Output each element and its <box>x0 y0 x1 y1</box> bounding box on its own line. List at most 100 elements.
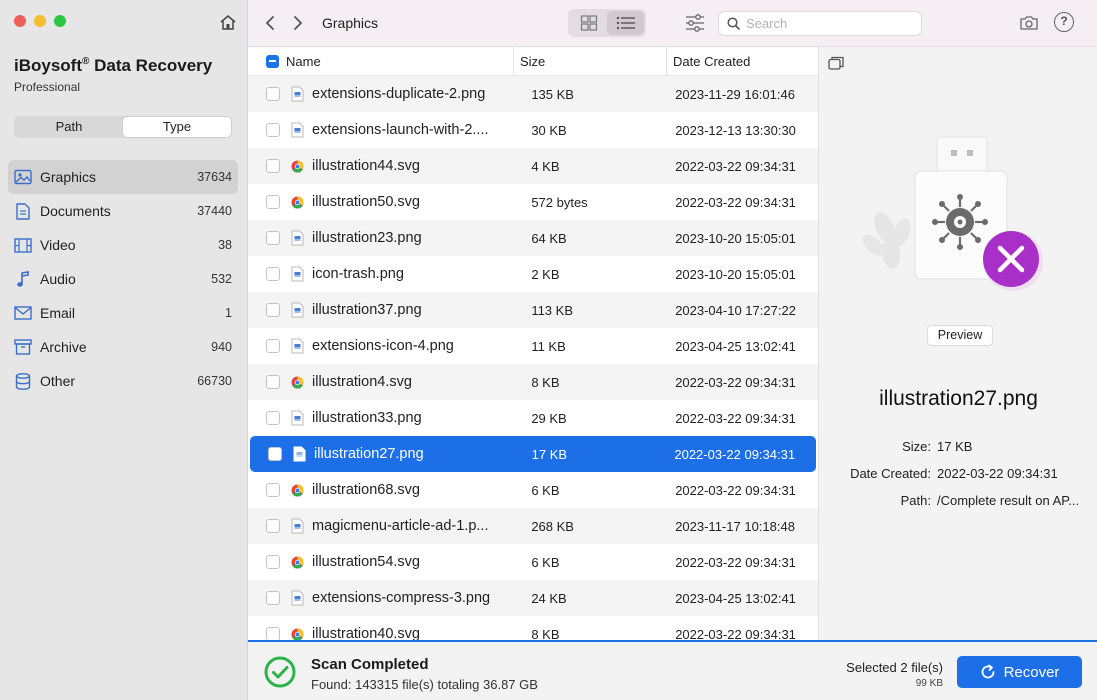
row-checkbox[interactable] <box>266 267 280 281</box>
preview-file-name: illustration27.png <box>879 387 1038 410</box>
sidebar-item-email[interactable]: Email 1 <box>8 296 238 330</box>
sidebar-item-count: 940 <box>211 340 232 354</box>
image-file-icon <box>290 518 304 534</box>
document-icon <box>14 202 32 220</box>
preview-button[interactable]: Preview <box>927 325 993 346</box>
file-row[interactable]: extensions-launch-with-2.... 30 KB 2023-12… <box>248 112 818 148</box>
film-icon <box>14 236 32 254</box>
column-date-label: Date Created <box>673 53 751 69</box>
sidebar-item-label: Graphics <box>40 169 97 185</box>
row-checkbox[interactable] <box>266 123 280 137</box>
file-size: 29 KB <box>531 410 567 426</box>
row-checkbox[interactable] <box>266 375 280 389</box>
file-name: icon-trash.png <box>312 266 404 282</box>
file-name: illustration50.svg <box>312 194 420 210</box>
column-date[interactable]: Date Created <box>667 47 818 75</box>
row-checkbox[interactable] <box>266 591 280 605</box>
file-date: 2022-03-22 09:34:31 <box>675 410 796 426</box>
file-row[interactable]: extensions-compress-3.png 24 KB 2023-04-25… <box>248 580 818 616</box>
image-file-icon <box>290 266 304 282</box>
segment-path[interactable]: Path <box>15 117 123 137</box>
file-row[interactable]: illustration4.svg 8 KB 2022-03-22 09:34:31 <box>248 364 818 400</box>
recover-button[interactable]: Recover <box>957 656 1082 688</box>
filter-button[interactable] <box>684 12 706 34</box>
file-name: illustration4.svg <box>312 374 412 390</box>
file-size: 11 KB <box>531 338 566 354</box>
file-row[interactable]: illustration68.svg 6 KB 2022-03-22 09:34:3… <box>248 472 818 508</box>
file-row[interactable]: illustration40.svg 8 KB 2022-03-22 09:34:3… <box>248 616 818 640</box>
file-name: extensions-duplicate-2.png <box>312 86 486 102</box>
sidebar-item-documents[interactable]: Documents 37440 <box>8 194 238 228</box>
toolbar: Graphics ? <box>248 0 1097 47</box>
svg-file-icon <box>290 554 304 570</box>
sidebar-item-audio[interactable]: Audio 532 <box>8 262 238 296</box>
row-checkbox[interactable] <box>266 519 280 533</box>
file-row[interactable]: magicmenu-article-ad-1.p... 268 KB 2023-11… <box>248 508 818 544</box>
row-checkbox[interactable] <box>266 555 280 569</box>
file-row[interactable]: extensions-duplicate-2.png 135 KB 2023-11-… <box>248 76 818 112</box>
select-all-checkbox[interactable] <box>266 54 279 68</box>
file-size: 24 KB <box>531 590 567 606</box>
row-checkbox[interactable] <box>268 447 282 461</box>
selected-size: 99 KB <box>915 678 943 689</box>
forward-button[interactable] <box>288 13 308 33</box>
preview-metadata: Size: 17 KB Date Created: 2022-03-22 09:34:… <box>819 433 1097 514</box>
row-checkbox[interactable] <box>266 303 280 317</box>
file-size: 8 KB <box>531 626 560 641</box>
grid-view-button[interactable] <box>570 11 607 35</box>
path-type-segment: Path Type <box>14 116 232 138</box>
column-size[interactable]: Size <box>514 47 667 75</box>
breadcrumb: Graphics <box>322 15 379 31</box>
category-list: Graphics 37634 Documents 37440 Video 38 Audio 5… <box>8 160 238 398</box>
file-date: 2023-11-29 16:01:46 <box>675 86 795 102</box>
file-name: illustration37.png <box>312 302 422 318</box>
screenshot-button[interactable] <box>1018 12 1040 34</box>
sidebar-item-other[interactable]: Other 66730 <box>8 364 238 398</box>
row-checkbox[interactable] <box>266 159 280 173</box>
copy-button[interactable] <box>827 55 845 71</box>
file-row[interactable]: illustration54.svg 6 KB 2022-03-22 09:34:3… <box>248 544 818 580</box>
archive-box-icon <box>14 338 32 356</box>
home-button[interactable] <box>218 12 238 32</box>
column-name[interactable]: Name <box>248 47 514 75</box>
sidebar-item-label: Other <box>40 373 76 389</box>
file-name: extensions-compress-3.png <box>312 590 491 606</box>
file-name: illustration23.png <box>312 230 422 246</box>
sidebar-item-archive[interactable]: Archive 940 <box>8 330 238 364</box>
row-checkbox[interactable] <box>266 195 280 209</box>
row-checkbox[interactable] <box>266 483 280 497</box>
help-button[interactable]: ? <box>1054 12 1074 32</box>
file-row[interactable]: illustration37.png 113 KB 2023-04-10 17:27… <box>248 292 818 328</box>
row-checkbox[interactable] <box>266 411 280 425</box>
file-row[interactable]: illustration50.svg 572 bytes 2022-03-22 09… <box>248 184 818 220</box>
zoom-window-button[interactable] <box>54 15 66 27</box>
file-date: 2023-11-17 10:18:48 <box>675 518 795 534</box>
sidebar-item-label: Archive <box>40 339 87 355</box>
file-row[interactable]: icon-trash.png 2 KB 2023-10-20 15:05:01 <box>248 256 818 292</box>
refresh-icon <box>981 664 994 679</box>
sidebar-item-graphics[interactable]: Graphics 37634 <box>8 160 238 194</box>
file-row[interactable]: illustration44.svg 4 KB 2022-03-22 09:34:3… <box>248 148 818 184</box>
file-row[interactable]: illustration27.png 17 KB 2022-03-22 09:34:… <box>250 436 816 472</box>
file-row[interactable]: illustration33.png 29 KB 2022-03-22 09:34:… <box>248 400 818 436</box>
close-window-button[interactable] <box>14 15 26 27</box>
segment-type[interactable]: Type <box>123 117 231 137</box>
file-date: 2022-03-22 09:34:31 <box>675 158 796 174</box>
search-input[interactable] <box>746 16 916 31</box>
sidebar-item-video[interactable]: Video 38 <box>8 228 238 262</box>
back-button[interactable] <box>260 13 280 33</box>
minimize-window-button[interactable] <box>34 15 46 27</box>
view-mode-toggle <box>568 9 646 37</box>
row-checkbox[interactable] <box>266 339 280 353</box>
sidebar-item-label: Audio <box>40 271 76 287</box>
row-checkbox[interactable] <box>266 231 280 245</box>
file-row[interactable]: illustration23.png 64 KB 2023-10-20 15:05:… <box>248 220 818 256</box>
list-view-button[interactable] <box>607 11 644 35</box>
row-checkbox[interactable] <box>266 87 280 101</box>
file-date: 2022-03-22 09:34:31 <box>675 554 796 570</box>
row-checkbox[interactable] <box>266 627 280 640</box>
scan-status-title: Scan Completed <box>311 656 429 673</box>
database-icon <box>14 372 32 390</box>
status-footer: Scan Completed Found: 143315 file(s) tot… <box>248 640 1097 700</box>
file-row[interactable]: extensions-icon-4.png 11 KB 2023-04-25 13:… <box>248 328 818 364</box>
